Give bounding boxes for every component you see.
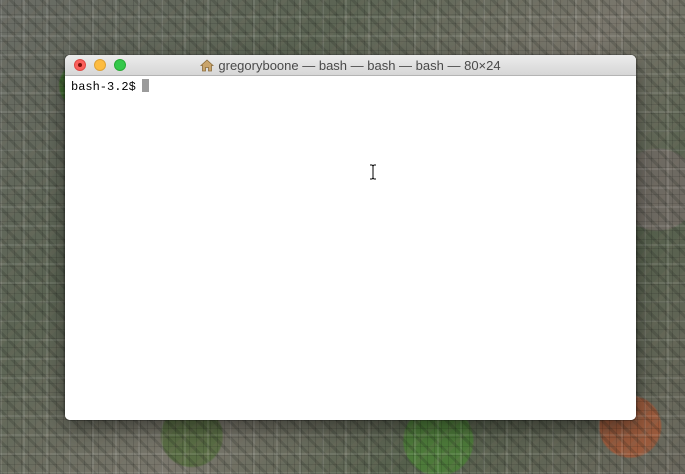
terminal-window[interactable]: gregoryboone — bash — bash — bash — 80×2…	[65, 55, 636, 420]
i-beam-cursor-icon	[370, 164, 376, 180]
title-bar[interactable]: gregoryboone — bash — bash — bash — 80×2…	[65, 55, 636, 76]
terminal-content[interactable]: bash-3.2$	[65, 76, 636, 420]
window-title-text: gregoryboone — bash — bash — bash — 80×2…	[218, 58, 501, 73]
home-folder-icon	[200, 59, 215, 72]
window-title: gregoryboone — bash — bash — bash — 80×2…	[65, 58, 636, 73]
shell-prompt: bash-3.2$	[71, 80, 136, 94]
text-cursor	[141, 79, 149, 92]
